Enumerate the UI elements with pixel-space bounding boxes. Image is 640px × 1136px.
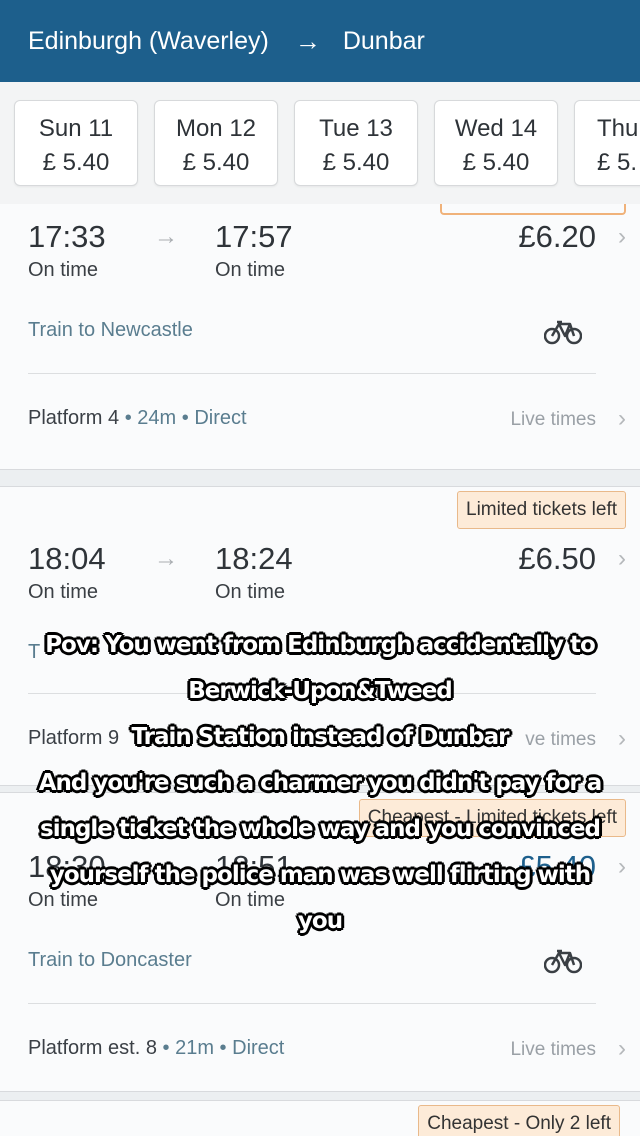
caption-line: Train Station instead of Dunbar xyxy=(131,724,510,750)
right-arrow-icon: → xyxy=(294,25,321,56)
depart-time: 17:33 xyxy=(28,219,106,254)
destination-station: Dunbar xyxy=(342,26,425,55)
platform-number: Platform 4 xyxy=(28,407,120,429)
live-times-link[interactable]: Live times xyxy=(510,1039,596,1061)
date-card-tue-13[interactable]: Tue 13 £ 5.40 xyxy=(294,100,418,186)
chevron-right-icon: › xyxy=(618,405,626,432)
depart-status: On time xyxy=(28,581,99,603)
date-selector: Sun 11 £ 5.40 Mon 12 £ 5.40 Tue 13 £ 5.4… xyxy=(0,82,640,204)
caption-line: single ticket the whole way and you conv… xyxy=(40,816,601,842)
date-card-wed-14[interactable]: Wed 14 £ 5.40 xyxy=(434,100,558,186)
separator: • xyxy=(181,407,189,429)
right-arrow-icon: → xyxy=(154,223,178,250)
date-price: £ 5.40 xyxy=(462,149,530,176)
limited-tickets-badge: Limited tickets left xyxy=(457,491,626,529)
train-destination: Train to Newcastle xyxy=(28,319,193,341)
chevron-right-icon: › xyxy=(618,223,626,250)
fare: £6.50 xyxy=(518,541,596,576)
caption-line: And you're such a charmer you didn't pay… xyxy=(38,770,603,796)
date-price: £ 5.40 xyxy=(182,149,250,176)
separator: • xyxy=(124,407,132,429)
chevron-right-icon: › xyxy=(618,1035,626,1062)
divider xyxy=(28,373,596,374)
arrive-time: 18:24 xyxy=(215,541,293,576)
arrive-time: 17:57 xyxy=(215,219,293,254)
live-times-link[interactable]: Live times xyxy=(510,409,596,431)
date-price: £ 5.40 xyxy=(322,149,390,176)
date-price: £ 5. xyxy=(597,149,638,176)
caption-line: yourself the police man was well flirtin… xyxy=(49,862,591,888)
journey-card-next[interactable]: Cheapest - Only 2 left xyxy=(0,1100,640,1136)
duration: 24m xyxy=(137,407,177,429)
date-card-mon-12[interactable]: Mon 12 £ 5.40 xyxy=(154,100,278,186)
journey-card-1733[interactable]: 17:33 → 17:57 On time On time £6.20 › Tr… xyxy=(0,204,640,470)
separator: • xyxy=(162,1037,170,1059)
chevron-right-icon: › xyxy=(618,545,626,572)
duration: 21m xyxy=(175,1037,214,1059)
route-header: Edinburgh (Waverley) → Dunbar xyxy=(0,0,640,82)
depart-status: On time xyxy=(28,259,99,281)
right-arrow-icon: → xyxy=(154,545,178,572)
caption-line: Pov: You went from Edinburgh accidentall… xyxy=(45,632,596,658)
journey-type: Direct xyxy=(194,407,247,429)
arrive-status: On time xyxy=(215,581,286,603)
arrive-status: On time xyxy=(215,259,286,281)
caption-line: you xyxy=(297,908,343,934)
depart-time: 18:04 xyxy=(28,541,106,576)
bicycle-icon xyxy=(544,949,582,974)
train-destination: Train to Doncaster xyxy=(28,949,192,971)
bicycle-icon xyxy=(544,320,582,345)
date-label: Wed 14 xyxy=(454,115,538,142)
date-price: £ 5.40 xyxy=(42,149,110,176)
video-caption: Pov: You went from Edinburgh accidentall… xyxy=(20,622,620,944)
date-label: Sun 11 xyxy=(38,115,114,142)
platform-number: Platform est. 8 xyxy=(28,1037,157,1059)
caption-line: Berwick-Upon&Tweed xyxy=(188,678,453,704)
date-label: Mon 12 xyxy=(175,115,257,142)
date-card-sun-11[interactable]: Sun 11 £ 5.40 xyxy=(14,100,138,186)
platform-info: Platform est. 8 • 21m • Direct xyxy=(28,1037,284,1060)
date-label: Tue 13 xyxy=(319,115,393,142)
tag-edge xyxy=(440,204,626,215)
cheapest-badge: Cheapest - Only 2 left xyxy=(418,1105,620,1136)
separator: • xyxy=(219,1037,227,1059)
date-label: Thu xyxy=(597,115,639,142)
journey-type: Direct xyxy=(232,1037,285,1059)
origin-station: Edinburgh (Waverley) xyxy=(28,26,269,55)
fare: £6.20 xyxy=(518,219,596,254)
platform-info: Platform 4 • 24m • Direct xyxy=(28,407,247,430)
divider xyxy=(28,1003,596,1004)
date-card-thu[interactable]: Thu £ 5. xyxy=(574,100,640,186)
